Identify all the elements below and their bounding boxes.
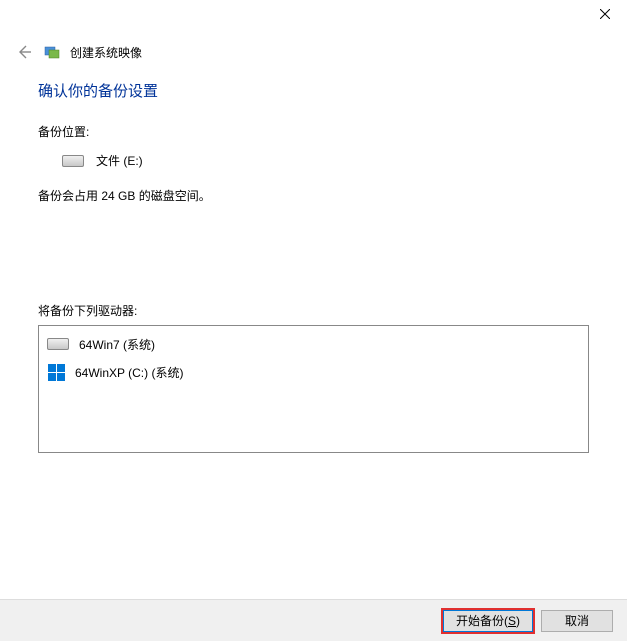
cancel-button[interactable]: 取消 <box>541 610 613 632</box>
drive-name: 64Win7 (系统) <box>79 336 155 353</box>
window-close-button[interactable] <box>582 0 627 28</box>
backup-target-row: 文件 (E:) <box>38 152 589 169</box>
hard-drive-icon <box>47 338 69 350</box>
hard-drive-icon <box>62 155 84 167</box>
titlebar <box>0 0 627 28</box>
drives-list-label: 将备份下列驱动器: <box>38 302 589 319</box>
backup-target-name: 文件 (E:) <box>96 152 143 169</box>
close-icon <box>600 9 610 19</box>
backup-size-info: 备份会占用 24 GB 的磁盘空间。 <box>38 187 589 204</box>
drive-row: 64WinXP (C:) (系统) <box>47 360 580 384</box>
start-backup-button[interactable]: 开始备份(S) <box>443 610 533 632</box>
system-image-icon <box>44 44 60 60</box>
arrow-left-icon <box>16 44 32 60</box>
drive-name: 64WinXP (C:) (系统) <box>75 364 183 381</box>
drive-row: 64Win7 (系统) <box>47 332 580 356</box>
backup-location-label: 备份位置: <box>38 123 589 140</box>
wizard-header: 创建系统映像 <box>0 38 627 66</box>
drives-list: 64Win7 (系统) 64WinXP (C:) (系统) <box>38 325 589 453</box>
windows-logo-icon <box>47 363 65 381</box>
content-area: 确认你的备份设置 备份位置: 文件 (E:) 备份会占用 24 GB 的磁盘空间… <box>38 80 589 591</box>
page-heading: 确认你的备份设置 <box>38 80 589 101</box>
wizard-footer: 开始备份(S) 取消 <box>0 599 627 641</box>
back-button[interactable] <box>14 42 34 62</box>
wizard-title: 创建系统映像 <box>70 44 142 61</box>
